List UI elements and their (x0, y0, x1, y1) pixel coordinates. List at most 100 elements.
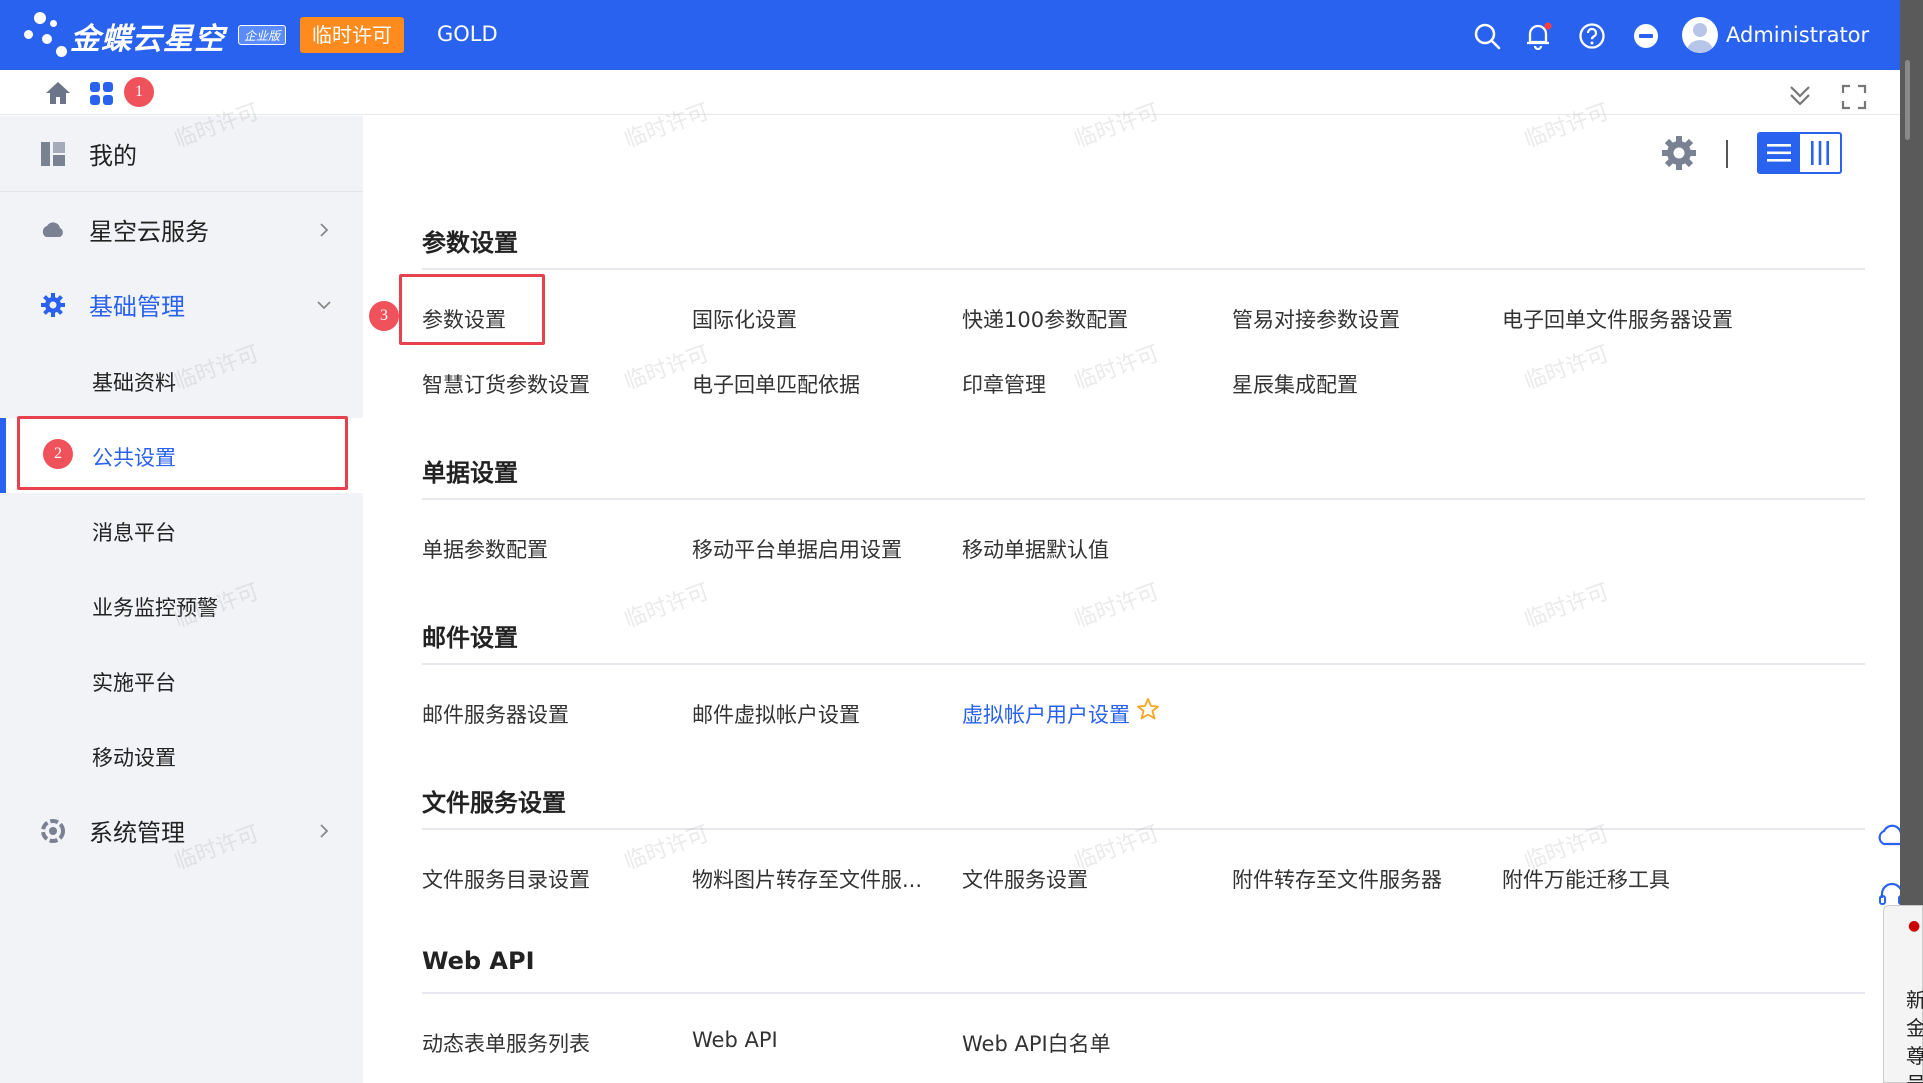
sidebar-subitem-basic-data[interactable]: 基础资料 (0, 343, 363, 418)
section-divider (422, 498, 1865, 500)
link-mail-virtual-account[interactable]: 邮件虚拟帐户设置 (692, 699, 860, 729)
user-name: Administrator (1726, 23, 1870, 47)
link-file-dir-settings[interactable]: 文件服务目录设置 (422, 864, 590, 894)
link-seal-management[interactable]: 印章管理 (962, 369, 1046, 399)
cloud-service-icon (42, 221, 63, 237)
section-title-mail: 邮件设置 (422, 624, 518, 652)
brand-name: 金蝶云星空 (70, 22, 225, 57)
star-icon[interactable] (1136, 697, 1160, 721)
sidebar-item-system-management[interactable]: 系统管理 (0, 793, 363, 868)
sidebar-item-label: 星空云服务 (89, 218, 209, 246)
chevron-right-icon (320, 823, 329, 838)
fullscreen-icon[interactable] (1841, 84, 1867, 110)
product-tier: GOLD (437, 22, 498, 46)
license-button[interactable]: 临时许可 (300, 17, 404, 53)
sidebar-subitem-implementation[interactable]: 实施平台 (0, 643, 363, 718)
section-title-params: 参数设置 (422, 229, 518, 257)
link-webapi-whitelist[interactable]: Web API白名单 (962, 1028, 1111, 1058)
section-divider (422, 828, 1865, 830)
sidebar-item-label: 系统管理 (89, 819, 185, 847)
link-attachment-migration-tool[interactable]: 附件万能迁移工具 (1502, 864, 1670, 894)
view-mode-toggle[interactable] (1757, 132, 1842, 174)
sidebar-subitem-label: 移动设置 (92, 746, 176, 770)
help-icon[interactable] (1578, 22, 1606, 50)
link-attachment-transfer[interactable]: 附件转存至文件服务器 (1232, 864, 1442, 894)
more-icon[interactable] (1632, 22, 1660, 50)
section-title-bills: 单据设置 (422, 459, 518, 487)
link-virtual-account-user[interactable]: 虚拟帐户用户设置 (962, 699, 1130, 729)
section-divider (422, 268, 1865, 270)
link-file-service-settings[interactable]: 文件服务设置 (962, 864, 1088, 894)
popup-text: 号 (1906, 1068, 1923, 1083)
list-view-button[interactable] (1759, 134, 1800, 172)
sidebar-subitem-business-monitor[interactable]: 业务监控预警 (0, 568, 363, 643)
link-mobile-bill-defaults[interactable]: 移动单据默认值 (962, 534, 1109, 564)
section-divider (422, 663, 1865, 665)
chevron-right-icon (320, 222, 329, 237)
column-view-button[interactable] (1800, 134, 1841, 172)
notification-popup[interactable]: ● 新 金 尊 号 (1883, 905, 1923, 1083)
watermark: 临时许可 (1071, 579, 1163, 634)
avatar (1682, 17, 1718, 53)
bell-icon[interactable] (1524, 22, 1552, 50)
list-view-icon (1767, 144, 1792, 162)
popup-text: 金 (1906, 1016, 1923, 1040)
watermark: 临时许可 (621, 579, 713, 634)
popup-icon: ● (1908, 918, 1921, 934)
active-indicator (0, 418, 6, 493)
divider (1726, 140, 1728, 168)
section-title-webapi: Web API (422, 947, 535, 975)
sidebar-subitem-label: 消息平台 (92, 521, 176, 545)
section-title-file-service: 文件服务设置 (422, 789, 566, 817)
section-divider (422, 992, 1865, 994)
sidebar-item-basic-management[interactable]: 基础管理 (0, 267, 363, 342)
sidebar: 我的 星空云服务 基础管理 基础资料 公共设置 消息平台 业务监控预警 实施平台… (0, 116, 363, 1083)
link-material-image-transfer[interactable]: 物料图片转存至文件服... (692, 864, 922, 894)
tab-bar (0, 70, 1923, 115)
edition-badge: 企业版 (238, 25, 287, 45)
link-xingchen-integration[interactable]: 星辰集成配置 (1232, 369, 1358, 399)
link-bill-params[interactable]: 单据参数配置 (422, 534, 548, 564)
search-icon[interactable] (1473, 22, 1501, 50)
link-mail-server[interactable]: 邮件服务器设置 (422, 699, 569, 729)
link-i18n-settings[interactable]: 国际化设置 (692, 304, 797, 334)
sidebar-item-label: 我的 (89, 142, 137, 170)
annotation-box-3 (399, 274, 545, 345)
watermark: 临时许可 (1521, 579, 1613, 634)
dashboard-icon (41, 141, 65, 166)
annotation-marker-2: 2 (43, 439, 73, 469)
watermark: 临时许可 (1071, 341, 1163, 396)
column-view-icon (1810, 141, 1829, 165)
sidebar-subitem-mobile-settings[interactable]: 移动设置 (0, 718, 363, 793)
gear-icon (41, 292, 65, 317)
link-webapi[interactable]: Web API (692, 1028, 778, 1052)
watermark: 临时许可 (1521, 341, 1613, 396)
popup-text: 尊 (1906, 1044, 1923, 1068)
chevron-down-icon (317, 300, 331, 309)
link-guanyi-params[interactable]: 管易对接参数设置 (1232, 304, 1400, 334)
link-ereceipt-server[interactable]: 电子回单文件服务器设置 (1502, 304, 1733, 334)
annotation-marker-1: 1 (124, 77, 154, 107)
link-ereceipt-match[interactable]: 电子回单匹配依据 (692, 369, 860, 399)
sidebar-subitem-label: 基础资料 (92, 371, 176, 395)
sidebar-item-label: 基础管理 (89, 293, 185, 321)
annotation-marker-3: 3 (369, 301, 399, 331)
settings-gear-icon[interactable] (1660, 134, 1698, 172)
sidebar-subitem-label: 业务监控预警 (92, 596, 218, 620)
sidebar-item-cloud-service[interactable]: 星空云服务 (0, 192, 363, 267)
system-icon (41, 818, 65, 843)
link-kuaidi100-config[interactable]: 快递100参数配置 (962, 304, 1128, 334)
link-mobile-bill-enable[interactable]: 移动平台单据启用设置 (692, 534, 902, 564)
apps-grid-icon[interactable] (89, 81, 115, 107)
user-menu[interactable]: Administrator (1682, 17, 1869, 53)
sidebar-item-mine[interactable]: 我的 (0, 116, 363, 192)
link-smart-order-params[interactable]: 智慧订货参数设置 (422, 369, 590, 399)
scrollbar[interactable] (1905, 60, 1910, 140)
sidebar-subitem-message-platform[interactable]: 消息平台 (0, 493, 363, 568)
link-dynamic-form-services[interactable]: 动态表单服务列表 (422, 1028, 590, 1058)
top-header: 金蝶云星空 企业版 临时许可 GOLD Administrator (0, 0, 1923, 70)
chevron-double-down-icon[interactable] (1786, 82, 1814, 110)
home-icon[interactable] (44, 80, 72, 106)
app-window: 金蝶云星空 企业版 临时许可 GOLD Administrator 1 我的 星… (0, 0, 1923, 1083)
popup-text: 新 (1906, 988, 1923, 1012)
